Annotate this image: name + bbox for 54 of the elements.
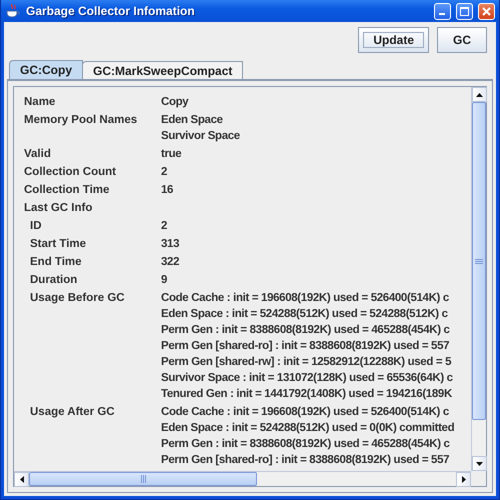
property-name: ID (29, 219, 42, 234)
property-value: Perm Gen : init = 8388608(8192K) used = 465288(454K) c (161, 437, 450, 452)
property-value: Copy (161, 95, 188, 110)
tab[interactable]: GC:Copy (9, 60, 83, 79)
property-value: Perm Gen [shared-ro] : init = 8388608(8192K) used = 557 (161, 339, 450, 354)
coffee-cup-icon (5, 3, 21, 19)
horizontal-scroll-thumb[interactable] (29, 472, 257, 486)
property-value: 313 (161, 237, 180, 252)
property-value: Eden Space : init = 524288(512K) used = 524288(512K) c (161, 307, 448, 322)
property-value: Survivor Space : init = 131072(128K) used = 65536(64K) c (161, 371, 453, 386)
window-title: Garbage Collector Infomation (26, 4, 196, 18)
property-name: Collection Count (24, 165, 116, 180)
property-value: Perm Gen [shared-ro] : init = 8388608(8192K) used = 557 (161, 453, 450, 468)
action-button[interactable]: Update (358, 27, 429, 53)
property-value: Eden Space (161, 113, 223, 128)
up-triangle-icon (476, 92, 483, 96)
property-name: Usage After GC (29, 405, 115, 420)
property-value: Survivor Space (161, 129, 240, 144)
scroll-left-button[interactable] (14, 472, 29, 487)
close-button[interactable] (478, 2, 495, 20)
property-value: Eden Space : init = 524288(512K) used = 0(0K) committed (161, 421, 454, 436)
property-name: Collection Time (24, 183, 110, 198)
property-value: Code Cache : init = 196608(192K) used = 526400(514K) c (161, 405, 449, 420)
property-value: 16 (161, 183, 174, 198)
scroll-down-button[interactable] (472, 456, 487, 471)
left-triangle-icon (20, 476, 24, 483)
property-value: Perm Gen [shared-rw] : init = 12582912(12288K) used = 5 (161, 355, 452, 370)
property-name: Name (24, 95, 56, 110)
vertical-scroll-thumb[interactable] (472, 102, 486, 420)
maximize-icon (460, 6, 469, 16)
property-value: Code Cache : init = 196608(192K) used = 526400(514K) c (161, 291, 449, 306)
down-triangle-icon (476, 462, 483, 466)
property-value: 322 (161, 255, 180, 270)
right-triangle-icon (462, 476, 466, 483)
scroll-right-button[interactable] (456, 472, 471, 487)
scroll-up-button[interactable] (472, 87, 487, 102)
maximize-button[interactable] (456, 2, 473, 20)
property-name: Duration (29, 273, 78, 288)
property-value: Tenured Gen : init = 1441792(1408K) used = 194216(189K (161, 387, 452, 402)
minimize-button[interactable] (434, 2, 451, 20)
close-icon (482, 6, 491, 16)
property-value: 2 (161, 219, 168, 234)
property-name: Valid (24, 147, 51, 162)
property-value: 2 (161, 165, 168, 180)
property-name: Start Time (29, 237, 86, 252)
property-name: Usage Before GC (29, 291, 125, 306)
property-name: End Time (29, 255, 82, 270)
property-name: Last GC Info (24, 201, 92, 216)
tab[interactable]: GC:MarkSweepCompact (82, 61, 244, 79)
property-value: 9 (161, 273, 168, 288)
property-value: Perm Gen : init = 8388608(8192K) used = 465288(454K) c (161, 323, 450, 338)
property-name: Memory Pool Names (24, 113, 138, 128)
action-button[interactable]: GC (437, 27, 487, 53)
property-value: true (161, 147, 182, 162)
